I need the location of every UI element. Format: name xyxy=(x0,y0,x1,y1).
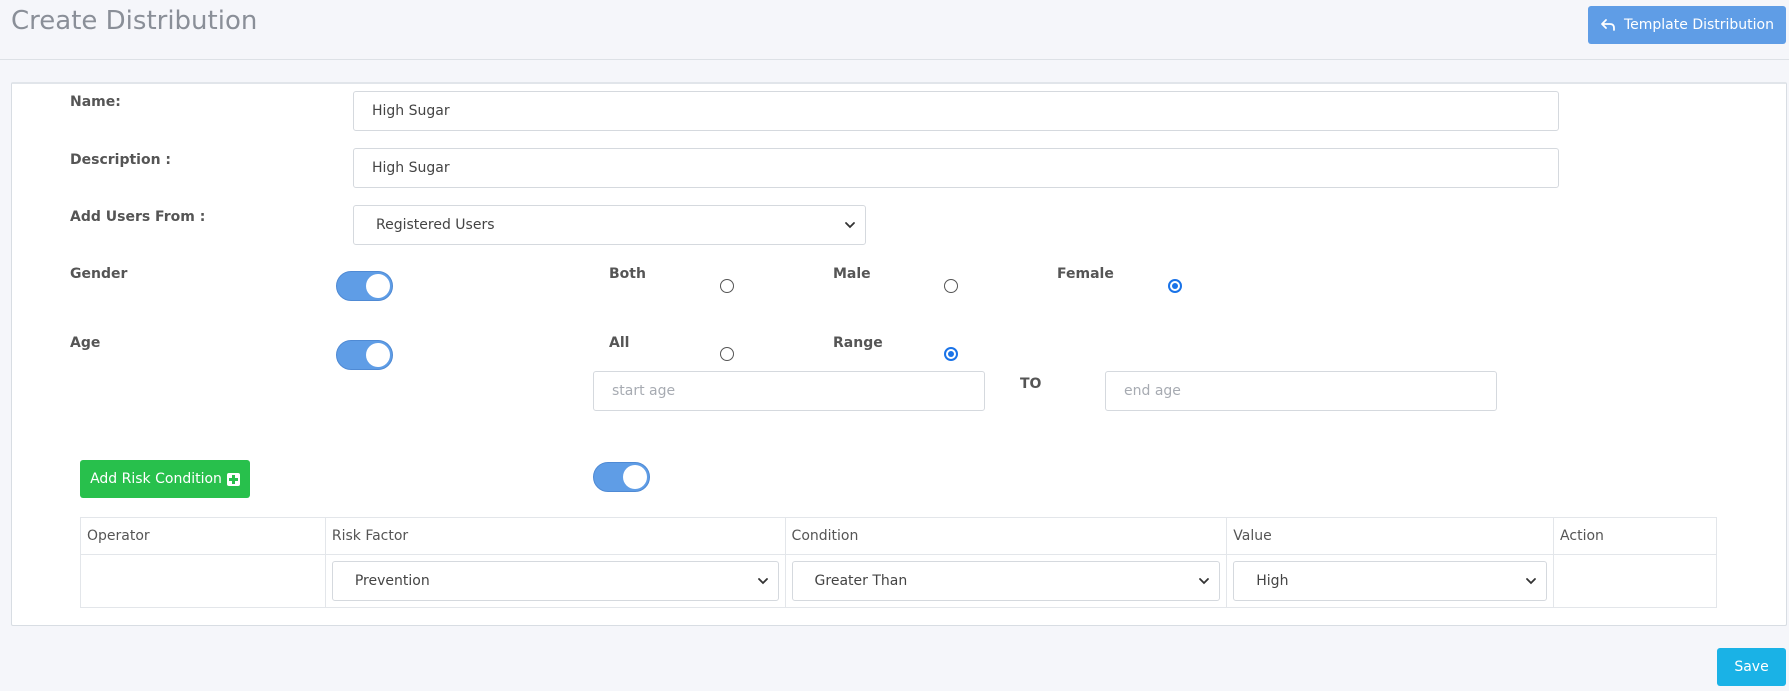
age-radio-all[interactable] xyxy=(720,347,734,361)
name-input[interactable] xyxy=(353,91,1559,131)
risk-factor-value: Prevention xyxy=(354,573,430,589)
age-to-label: TO xyxy=(1020,376,1042,392)
plus-square-icon xyxy=(226,472,240,486)
column-header-action: Action xyxy=(1553,517,1717,555)
gender-radio-male[interactable] xyxy=(944,279,958,293)
condition-cell: Greater Than xyxy=(784,554,1228,608)
column-header-operator: Operator xyxy=(80,517,326,555)
end-age-input[interactable] xyxy=(1105,371,1497,411)
risk-factor-cell: Prevention xyxy=(324,554,786,608)
toggle-knob xyxy=(366,274,390,298)
risk-condition-toggle[interactable] xyxy=(593,462,650,492)
description-input[interactable] xyxy=(353,148,1559,188)
name-label: Name: xyxy=(70,94,121,110)
chevron-down-icon xyxy=(757,578,768,585)
gender-radio-female[interactable] xyxy=(1168,279,1182,293)
gender-radio-both[interactable] xyxy=(720,279,734,293)
age-radio-range[interactable] xyxy=(944,347,958,361)
condition-value: Greater Than xyxy=(814,573,908,589)
column-header-condition: Condition xyxy=(784,517,1228,555)
chevron-down-icon xyxy=(1526,578,1536,585)
reply-arrow-icon xyxy=(1601,19,1615,31)
operator-cell xyxy=(80,554,326,608)
column-header-value: Value xyxy=(1226,517,1555,555)
age-label: Age xyxy=(70,335,101,351)
gender-label: Gender xyxy=(70,266,128,282)
add-risk-condition-button[interactable]: Add Risk Condition xyxy=(80,460,250,498)
age-option-all-label: All xyxy=(609,335,630,351)
value-cell: High xyxy=(1226,554,1555,608)
page-header: Create Distribution Template Distributio… xyxy=(0,0,1789,60)
add-risk-condition-label: Add Risk Condition xyxy=(90,471,222,487)
toggle-knob xyxy=(366,343,390,367)
template-distribution-button[interactable]: Template Distribution xyxy=(1588,6,1786,44)
add-users-from-label: Add Users From : xyxy=(70,209,206,225)
template-distribution-label: Template Distribution xyxy=(1623,17,1774,33)
value-select[interactable]: High xyxy=(1233,561,1548,601)
risk-factor-select[interactable]: Prevention xyxy=(331,561,779,601)
gender-option-male-label: Male xyxy=(833,266,871,282)
action-cell xyxy=(1553,554,1717,608)
add-users-from-select[interactable]: Registered Users xyxy=(353,205,866,245)
table-row: Prevention Greater Than High xyxy=(80,554,1717,608)
gender-option-female-label: Female xyxy=(1057,266,1114,282)
age-toggle[interactable] xyxy=(336,340,393,370)
start-age-input[interactable] xyxy=(593,371,985,411)
gender-toggle[interactable] xyxy=(336,271,393,301)
table-header-row: Operator Risk Factor Condition Value Act… xyxy=(80,517,1717,555)
add-users-from-value: Registered Users xyxy=(376,217,495,233)
value-value: High xyxy=(1256,573,1289,589)
risk-conditions-table: Operator Risk Factor Condition Value Act… xyxy=(80,517,1717,608)
page-title: Create Distribution xyxy=(11,6,258,36)
chevron-down-icon xyxy=(1199,578,1210,585)
toggle-knob xyxy=(623,465,647,489)
description-label: Description : xyxy=(70,152,172,168)
save-button[interactable]: Save xyxy=(1717,648,1786,686)
gender-option-both-label: Both xyxy=(609,266,646,282)
age-option-range-label: Range xyxy=(833,335,883,351)
chevron-down-icon xyxy=(845,222,855,229)
condition-select[interactable]: Greater Than xyxy=(791,561,1221,601)
column-header-risk-factor: Risk Factor xyxy=(324,517,786,555)
